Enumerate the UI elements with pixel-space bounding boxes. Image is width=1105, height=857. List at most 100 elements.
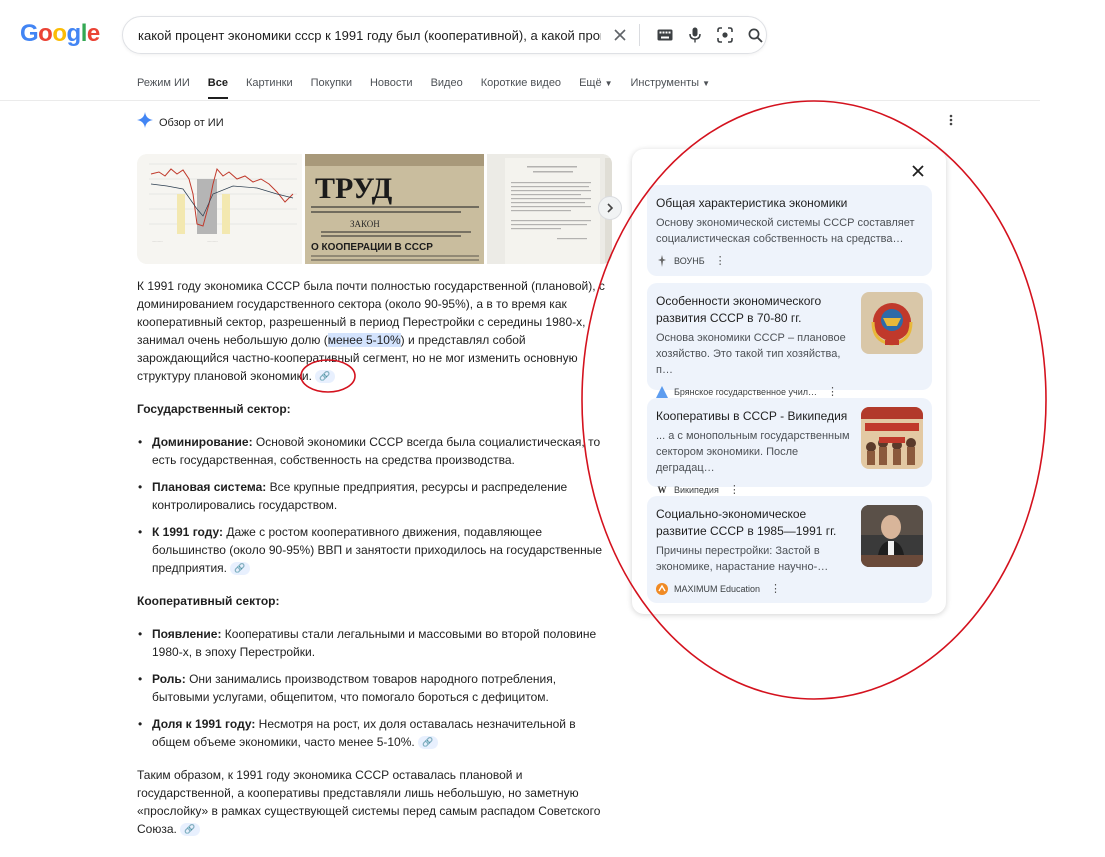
source-site-name: Википедия bbox=[674, 484, 719, 495]
list-item: Роль: Они занимались производством товар… bbox=[137, 670, 607, 706]
more-vert-icon[interactable]: ⋮ bbox=[715, 254, 726, 267]
list-item: Доля к 1991 году: Несмотря на рост, их д… bbox=[137, 715, 607, 751]
svg-text:.............: ............. bbox=[207, 239, 218, 243]
state-sector-heading: Государственный сектор: bbox=[137, 402, 291, 416]
state-sector-list: Доминирование: Основой экономики СССР вс… bbox=[137, 433, 607, 586]
source-title[interactable]: Общая характеристика экономики bbox=[656, 195, 922, 212]
list-item-label: Доля к 1991 году: bbox=[152, 717, 256, 731]
source-snippet: Основу экономической системы СССР состав… bbox=[656, 217, 915, 245]
search-tabs: Режим ИИ Все Картинки Покупки Новости Ви… bbox=[137, 77, 728, 99]
more-vert-icon[interactable]: ⋮ bbox=[827, 385, 838, 398]
source-card[interactable]: Общая характеристика экономики Основу эк… bbox=[647, 185, 932, 276]
coop-sector-list: Появление: Кооперативы стали легальными … bbox=[137, 625, 607, 760]
site-favicon-icon bbox=[656, 582, 668, 595]
ai-conclusion-paragraph: Таким образом, к 1991 году экономика ССС… bbox=[137, 766, 607, 838]
logo-letter: o bbox=[52, 20, 67, 47]
link-icon[interactable]: 🔗 bbox=[179, 823, 200, 837]
list-item-label: Роль: bbox=[152, 672, 186, 686]
source-thumbnail bbox=[861, 505, 923, 567]
conclusion-text: Таким образом, к 1991 году экономика ССС… bbox=[137, 768, 601, 836]
keyboard-icon[interactable] bbox=[654, 24, 676, 46]
sources-panel: Общая характеристика экономики Основу эк… bbox=[632, 149, 946, 614]
logo-letter: o bbox=[38, 20, 53, 47]
tab-more[interactable]: Ещё ▼ bbox=[579, 77, 612, 99]
intro-highlight[interactable]: менее 5-10% bbox=[327, 333, 401, 347]
tab-all[interactable]: Все bbox=[207, 77, 228, 99]
image-carousel: .......................... ТРУД ЗАКОН О … bbox=[137, 154, 612, 264]
logo-letter: g bbox=[66, 20, 82, 47]
image-economic-chart[interactable]: .......................... bbox=[137, 154, 302, 264]
source-card[interactable]: Особенности экономического развития СССР… bbox=[647, 283, 932, 398]
coop-sector-heading: Кооперативный сектор: bbox=[137, 594, 280, 608]
source-site-name: MAXIMUM Education bbox=[674, 583, 761, 594]
google-logo[interactable]: Google bbox=[20, 20, 100, 48]
source-site-name: Брянское государственное учил… bbox=[674, 386, 817, 397]
more-vert-icon[interactable]: ⋮ bbox=[770, 582, 781, 595]
logo-letter: G bbox=[20, 20, 39, 47]
ai-intro-paragraph: К 1991 году экономика СССР была почти по… bbox=[137, 277, 607, 385]
site-favicon-icon bbox=[656, 385, 668, 398]
list-item-text: Они занимались производством товаров нар… bbox=[152, 672, 557, 704]
more-vert-icon[interactable] bbox=[949, 113, 953, 129]
link-icon[interactable]: 🔗 bbox=[230, 562, 250, 576]
tab-more-label: Ещё bbox=[579, 77, 602, 89]
source-site: ВОУНБ ⋮ bbox=[656, 254, 922, 267]
source-snippet: Основа экономики СССР – плановое хозяйст… bbox=[656, 332, 846, 376]
search-icon[interactable] bbox=[744, 24, 766, 46]
newspaper-headline: О КООПЕРАЦИИ В СССР bbox=[311, 242, 433, 253]
list-item: Доминирование: Основой экономики СССР вс… bbox=[137, 433, 607, 469]
lens-icon[interactable] bbox=[714, 24, 736, 46]
tab-tools[interactable]: Инструменты ▼ bbox=[631, 77, 711, 99]
ai-overview-header: Обзор от ИИ bbox=[137, 112, 224, 133]
source-site: Брянское государственное учил… ⋮ bbox=[656, 385, 922, 398]
chevron-down-icon: ▼ bbox=[604, 79, 613, 88]
more-vert-icon[interactable]: ⋮ bbox=[729, 483, 740, 496]
list-item: К 1991 году: Даже с ростом кооперативног… bbox=[137, 523, 607, 577]
tab-shopping[interactable]: Покупки bbox=[311, 77, 352, 99]
source-card[interactable]: Социально-экономическое развитие СССР в … bbox=[647, 496, 932, 603]
tab-news[interactable]: Новости bbox=[370, 77, 413, 99]
wikipedia-icon: W bbox=[657, 484, 667, 495]
list-item: Плановая система: Все крупные предприяти… bbox=[137, 478, 607, 514]
tab-images[interactable]: Картинки bbox=[246, 77, 293, 99]
source-title[interactable]: Особенности экономического развития СССР… bbox=[656, 293, 856, 327]
source-thumbnail bbox=[861, 292, 923, 354]
source-snippet: ... а с монопольным государственным сект… bbox=[656, 430, 850, 474]
list-item-label: Доминирование: bbox=[152, 435, 253, 449]
search-input[interactable] bbox=[138, 27, 602, 43]
chevron-down-icon: ▼ bbox=[702, 79, 711, 88]
search-box bbox=[122, 16, 767, 54]
source-card[interactable]: Кооперативы в СССР - Википедия ... а с м… bbox=[647, 398, 932, 496]
svg-text:.............: ............. bbox=[152, 239, 163, 243]
link-icon[interactable]: 🔗 bbox=[417, 736, 438, 750]
source-title[interactable]: Кооперативы в СССР - Википедия bbox=[656, 408, 856, 425]
image-document[interactable] bbox=[487, 154, 612, 264]
list-item: Появление: Кооперативы стали легальными … bbox=[137, 625, 607, 661]
newspaper-law-word: ЗАКОН bbox=[350, 219, 380, 229]
source-site-name: ВОУНБ bbox=[674, 255, 705, 266]
close-icon[interactable] bbox=[609, 24, 631, 46]
source-title[interactable]: Социально-экономическое развитие СССР в … bbox=[656, 506, 856, 540]
source-thumbnail bbox=[861, 407, 923, 469]
tab-ai-mode[interactable]: Режим ИИ bbox=[137, 77, 190, 99]
list-item-label: К 1991 году: bbox=[152, 525, 223, 539]
source-snippet: Причины перестройки: Застой в экономике,… bbox=[656, 545, 829, 573]
sparkle-icon bbox=[137, 112, 153, 133]
link-icon[interactable]: 🔗 bbox=[314, 370, 335, 384]
tab-videos[interactable]: Видео bbox=[431, 77, 463, 99]
site-favicon-icon bbox=[656, 254, 668, 267]
list-item-label: Появление: bbox=[152, 627, 222, 641]
newspaper-masthead: ТРУД bbox=[315, 172, 393, 205]
ai-overview-label: Обзор от ИИ bbox=[159, 116, 224, 129]
close-icon[interactable] bbox=[912, 161, 924, 182]
list-item-label: Плановая система: bbox=[152, 480, 267, 494]
tab-tools-label: Инструменты bbox=[630, 77, 700, 89]
microphone-icon[interactable] bbox=[684, 24, 706, 46]
source-site: MAXIMUM Education ⋮ bbox=[656, 582, 922, 595]
chevron-right-icon[interactable] bbox=[598, 196, 622, 220]
source-site: W Википедия ⋮ bbox=[656, 483, 922, 496]
search-divider bbox=[639, 24, 641, 46]
logo-letter: e bbox=[86, 20, 100, 47]
tab-short-videos[interactable]: Короткие видео bbox=[481, 77, 561, 99]
image-trud-newspaper[interactable]: ТРУД ЗАКОН О КООПЕРАЦИИ В СССР bbox=[304, 154, 485, 264]
